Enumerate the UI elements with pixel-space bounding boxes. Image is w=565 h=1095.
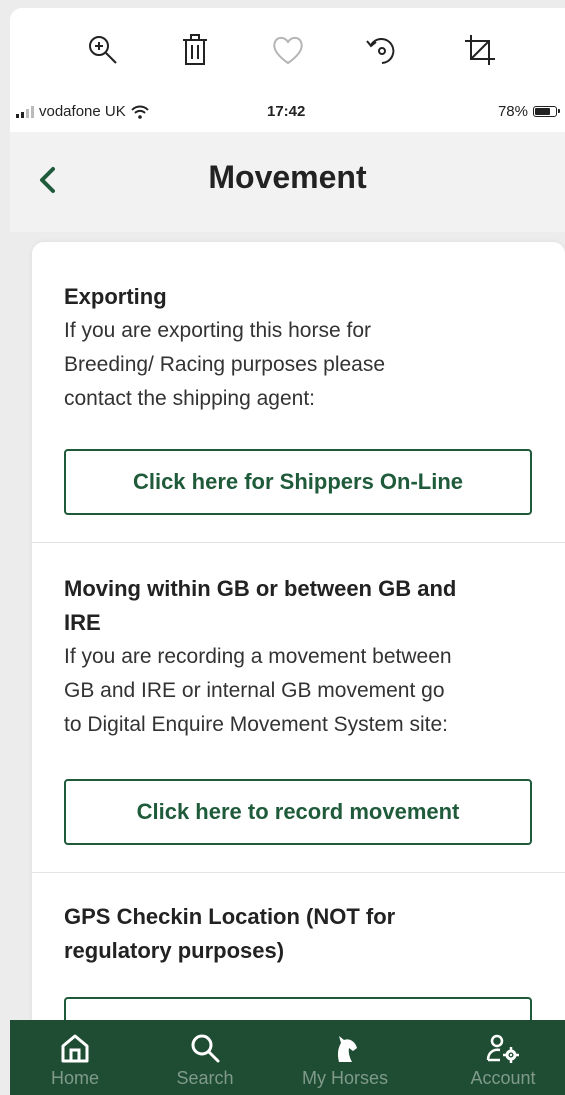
clock: 17:42 bbox=[267, 103, 306, 120]
rotate-icon[interactable] bbox=[362, 30, 402, 70]
movement-section: Moving within GB or between GB and IRE I… bbox=[64, 572, 536, 742]
divider bbox=[32, 872, 565, 873]
wifi-icon bbox=[131, 105, 149, 119]
carrier-info: vodafone UK bbox=[16, 103, 149, 120]
description-line: contact the shipping agent: bbox=[64, 387, 316, 410]
home-icon bbox=[61, 1034, 89, 1063]
section-title: Exporting bbox=[64, 284, 167, 309]
search-icon bbox=[191, 1034, 220, 1063]
battery-percent: 78% bbox=[497, 103, 528, 120]
record-movement-button[interactable]: Click here to record movement bbox=[64, 779, 532, 845]
battery-info: 78% bbox=[497, 103, 560, 120]
nav-label: Account bbox=[470, 1068, 536, 1088]
divider bbox=[32, 542, 565, 543]
trash-icon[interactable] bbox=[175, 30, 215, 70]
nav-label: Home bbox=[50, 1068, 99, 1088]
title-line: regulatory purposes) bbox=[64, 938, 285, 963]
title-line: Moving within GB or between GB and bbox=[64, 576, 457, 601]
photo-toolbar bbox=[10, 8, 565, 92]
exporting-section: Exporting If you are exporting this hors… bbox=[64, 280, 536, 416]
zoom-in-icon[interactable] bbox=[83, 30, 123, 70]
description-line: If you are exporting this horse for bbox=[64, 319, 371, 342]
nav-label: My Horses bbox=[301, 1068, 388, 1088]
shippers-online-button[interactable]: Click here for Shippers On-Line bbox=[64, 449, 532, 515]
carrier-name: vodafone UK bbox=[39, 103, 126, 120]
account-settings-icon bbox=[486, 1034, 519, 1063]
app-header: Movement bbox=[10, 132, 565, 232]
nav-item-home[interactable]: Home bbox=[20, 1032, 130, 1095]
horse-head-icon bbox=[337, 1036, 357, 1062]
section-title: GPS Checkin Location (NOT for regulatory… bbox=[64, 900, 536, 968]
page-title: Movement bbox=[208, 159, 367, 195]
section-description: If you are recording a movement between … bbox=[64, 640, 536, 742]
description-line: to Digital Enquire Movement System site: bbox=[64, 713, 448, 736]
description-line: If you are recording a movement between bbox=[64, 645, 452, 668]
heart-icon[interactable] bbox=[268, 30, 308, 70]
section-title: Moving within GB or between GB and IRE bbox=[64, 572, 536, 640]
bottom-navigation: Home Search My Horses Account bbox=[10, 1020, 565, 1095]
description-line: Breeding/ Racing purposes please bbox=[64, 353, 386, 376]
nav-item-search[interactable]: Search bbox=[150, 1032, 260, 1095]
status-bar: vodafone UK 17:42 78% bbox=[10, 92, 565, 132]
title-line: GPS Checkin Location (NOT for bbox=[64, 904, 396, 929]
description-line: GB and IRE or internal GB movement go bbox=[64, 679, 445, 702]
crop-icon[interactable] bbox=[460, 30, 500, 70]
nav-label: Search bbox=[176, 1068, 234, 1088]
nav-item-my-horses[interactable]: My Horses bbox=[290, 1032, 400, 1095]
battery-level bbox=[535, 108, 550, 115]
section-description: If you are exporting this horse for Bree… bbox=[64, 314, 536, 416]
nav-item-account[interactable]: Account bbox=[448, 1032, 558, 1095]
gps-checkin-section: GPS Checkin Location (NOT for regulatory… bbox=[64, 900, 536, 968]
title-line: IRE bbox=[64, 610, 101, 635]
signal-icon bbox=[16, 105, 34, 118]
movement-card: Exporting If you are exporting this hors… bbox=[32, 242, 565, 1063]
battery-icon bbox=[533, 106, 560, 117]
